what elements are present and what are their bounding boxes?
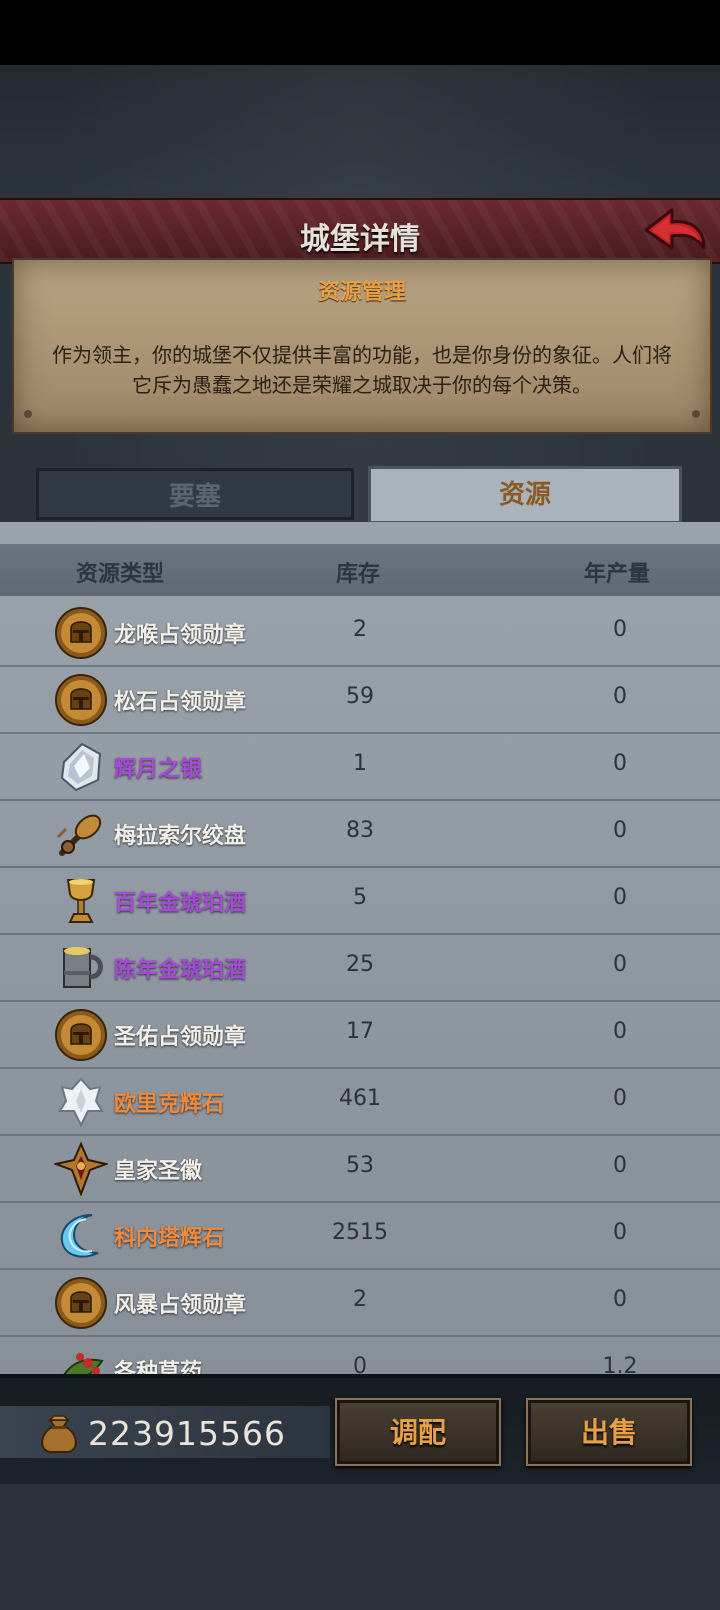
resource-stock: 83 <box>346 818 374 843</box>
resource-name: 科内塔辉石 <box>114 1226 225 1251</box>
resource-name: 风暴占领勋章 <box>114 1293 247 1318</box>
resource-annual: 0 <box>613 1220 627 1245</box>
royal-emblem-icon <box>54 1142 108 1196</box>
info-subtitle: 资源管理 <box>317 280 406 305</box>
resource-annual: 0 <box>613 684 627 709</box>
table-row[interactable]: 松石占领勋章 59 0 <box>0 667 720 734</box>
helmet-medal-icon <box>55 607 107 659</box>
resource-name: 百年金琥珀酒 <box>114 891 247 916</box>
resource-name: 龙喉占领勋章 <box>114 623 247 648</box>
table-row[interactable]: 科内塔辉石 2515 0 <box>0 1203 720 1270</box>
tankard-icon <box>63 947 103 988</box>
resource-name: 梅拉索尔绞盘 <box>114 824 247 849</box>
page-title: 城堡详情 <box>300 222 420 257</box>
resource-annual: 0 <box>613 1086 627 1111</box>
resource-annual: 0 <box>613 1153 627 1178</box>
sell-button[interactable]: 出售 <box>526 1398 692 1466</box>
white-gem-icon <box>58 1077 104 1128</box>
resource-annual: 0 <box>613 818 627 843</box>
resource-stock: 2 <box>353 617 367 642</box>
resource-stock: 461 <box>339 1086 381 1111</box>
back-arrow-icon[interactable] <box>642 206 708 256</box>
money-amount: 223915566 <box>88 1414 286 1453</box>
resource-name: 皇家圣徽 <box>114 1159 203 1184</box>
column-stock: 库存 <box>336 562 381 587</box>
crescent-stone-icon <box>60 1214 99 1258</box>
resource-annual: 0 <box>613 1019 627 1044</box>
table-row[interactable]: 龙喉占领勋章 2 0 <box>0 600 720 667</box>
resource-list[interactable]: 龙喉占领勋章 2 0 松石占领勋章 59 0 辉月之银 1 0 梅拉索尔绞盘 8… <box>0 600 720 1378</box>
tab-resources[interactable]: 资源 <box>368 466 682 524</box>
table-header: 资源类型 库存 年产量 <box>0 544 720 596</box>
silver-crystal-icon <box>60 742 102 792</box>
herbs-icon <box>61 1353 104 1378</box>
resource-annual: 0 <box>613 885 627 910</box>
table-row[interactable]: 圣佑占领勋章 17 0 <box>0 1002 720 1069</box>
info-panel: 资源管理 作为领主，你的城堡不仅提供丰富的功能，也是你身份的象征。人们将它斥为愚… <box>12 258 712 434</box>
resource-stock: 1 <box>353 751 367 776</box>
goblet-icon <box>66 879 96 923</box>
info-description: 作为领主，你的城堡不仅提供丰富的功能，也是你身份的象征。人们将它斥为愚蠢之地还是… <box>52 343 672 397</box>
table-row[interactable]: 风暴占领勋章 2 0 <box>0 1270 720 1337</box>
helmet-medal-icon <box>55 1009 107 1061</box>
resource-stock: 17 <box>346 1019 374 1044</box>
tab-fortress[interactable]: 要塞 <box>36 468 354 520</box>
bottom-bar: 223915566 调配 出售 <box>0 1374 720 1484</box>
winch-icon <box>56 814 102 856</box>
rivet <box>692 410 700 418</box>
table-row[interactable]: 皇家圣徽 53 0 <box>0 1136 720 1203</box>
title-bar: 城堡详情 <box>0 198 720 264</box>
helmet-medal-icon <box>55 1277 107 1329</box>
column-annual-output: 年产量 <box>584 562 651 587</box>
allocate-button[interactable]: 调配 <box>335 1398 501 1466</box>
resource-name: 欧里克辉石 <box>114 1092 225 1117</box>
resource-name: 圣佑占领勋章 <box>114 1025 247 1050</box>
table-row[interactable]: 梅拉索尔绞盘 83 0 <box>0 801 720 868</box>
table-row[interactable]: 各种草药 0 1.2 <box>0 1337 720 1378</box>
table-row[interactable]: 欧里克辉石 461 0 <box>0 1069 720 1136</box>
resource-annual: 0 <box>613 952 627 977</box>
resource-name: 辉月之银 <box>114 757 203 782</box>
resources-panel: 资源类型 库存 年产量 龙喉占领勋章 2 0 松石占领勋章 59 0 辉月之银 … <box>0 522 720 1378</box>
resource-stock: 2515 <box>332 1220 388 1245</box>
resource-name: 松石占领勋章 <box>114 690 247 715</box>
resource-stock: 53 <box>346 1153 374 1178</box>
resource-name: 陈年金琥珀酒 <box>114 958 247 983</box>
rivet <box>24 410 32 418</box>
resource-stock: 59 <box>346 684 374 709</box>
resource-annual: 0 <box>613 617 627 642</box>
resource-annual: 0 <box>613 751 627 776</box>
money-bag-icon <box>41 1415 77 1453</box>
helmet-medal-icon <box>55 674 107 726</box>
table-row[interactable]: 百年金琥珀酒 5 0 <box>0 868 720 935</box>
table-row[interactable]: 陈年金琥珀酒 25 0 <box>0 935 720 1002</box>
resource-stock: 5 <box>353 885 367 910</box>
table-row[interactable]: 辉月之银 1 0 <box>0 734 720 801</box>
column-resource-type: 资源类型 <box>76 562 165 587</box>
resource-stock: 2 <box>353 1287 367 1312</box>
resource-annual: 0 <box>613 1287 627 1312</box>
resource-stock: 25 <box>346 952 374 977</box>
